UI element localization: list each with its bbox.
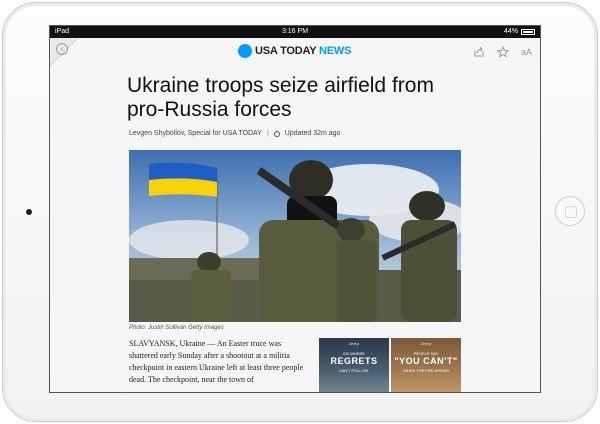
status-time: 3:16 PM (281, 28, 309, 35)
ad-tagline-2: WHEN THEY'RE AFRAID (403, 368, 449, 373)
ad-headline-2: "YOU CAN'T" (394, 356, 458, 366)
share-icon[interactable] (473, 46, 485, 58)
updated-time: Updated 32m ago (284, 130, 341, 137)
screen: iPad 3:16 PM 44% ‹ USA TODAY NEWS aA Ukr… (49, 25, 541, 393)
ad-brand-2: Jeep (420, 341, 432, 346)
ad-brand-1: Jeep (348, 341, 360, 346)
home-button[interactable] (555, 196, 585, 226)
jeep-ad[interactable]: Jeep GO WHERE REGRETS CAN'T FOLLOW. Jeep… (319, 338, 461, 392)
status-bar: iPad 3:16 PM 44% (50, 26, 540, 38)
logo-circle-icon (238, 44, 252, 58)
byline: Levgen Shybollov, Special for USA TODAY … (129, 130, 340, 137)
photo-caption: Photo: Justin Sullivan Getty Images (129, 325, 224, 331)
battery-status: 44% (504, 26, 535, 38)
article-body: SLAVYANSK, Ukraine — An Easter truce was… (129, 339, 304, 384)
ad-panel-regrets[interactable]: Jeep GO WHERE REGRETS CAN'T FOLLOW. (319, 338, 389, 392)
toolbar-actions: aA (473, 46, 532, 58)
page-curl-icon (50, 38, 79, 67)
byline-author: Levgen Shybollov, Special for USA TODAY (129, 130, 262, 137)
usa-today-logo[interactable]: USA TODAY NEWS (238, 44, 351, 58)
app-toolbar: ‹ USA TODAY NEWS aA (50, 38, 540, 68)
battery-percent: 44% (503, 28, 518, 35)
font-size-button[interactable]: aA (521, 46, 532, 58)
logo-text: USA TODAY (255, 45, 317, 57)
front-camera (26, 209, 32, 215)
star-icon[interactable] (496, 46, 509, 58)
back-arrow-icon[interactable]: ‹ (56, 43, 68, 55)
ipad-frame: iPad 3:16 PM 44% ‹ USA TODAY NEWS aA Ukr… (2, 2, 598, 422)
back-corner[interactable]: ‹ (50, 38, 90, 68)
clock-icon (273, 130, 280, 137)
ad-headline-1: REGRETS (330, 356, 378, 366)
article-photo[interactable] (129, 150, 461, 322)
article-headline: Ukraine troops seize airfield from pro-R… (127, 74, 434, 121)
ad-panel-you-cant[interactable]: Jeep PEOPLE SAY "YOU CAN'T" WHEN THEY'RE… (391, 338, 461, 392)
logo-section: NEWS (319, 45, 352, 57)
ad-tagline-1: CAN'T FOLLOW. (338, 368, 370, 373)
battery-icon (521, 29, 535, 35)
byline-separator: | (266, 130, 269, 137)
